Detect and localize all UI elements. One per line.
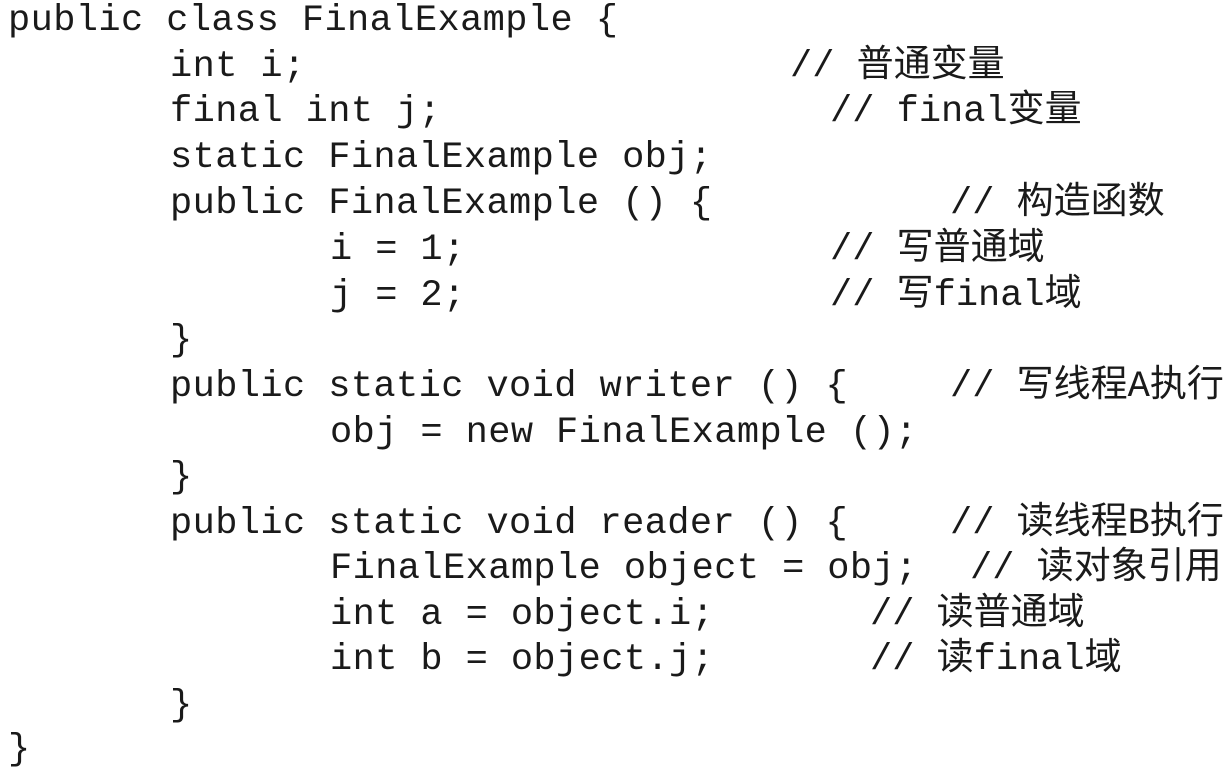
code-line: public class FinalExample {	[8, 0, 619, 42]
code-line: obj = new FinalExample ();	[330, 412, 918, 454]
code-line: FinalExample object = obj;	[330, 548, 918, 590]
code-line: i = 1;	[330, 229, 466, 271]
code-line: public static void writer () {	[170, 366, 849, 408]
code-line: }	[170, 320, 193, 362]
code-comment: // 写final域	[830, 275, 1082, 317]
code-line: }	[170, 457, 193, 499]
code-comment: // 读对象引用	[970, 548, 1222, 590]
code-line: int i;	[170, 46, 306, 88]
code-comment: // 读普通域	[870, 594, 1085, 636]
code-line: }	[170, 685, 193, 727]
code-line: }	[8, 729, 31, 771]
code-comment: // 构造函数	[950, 183, 1165, 225]
code-line: int a = object.i;	[330, 594, 715, 636]
code-line: public FinalExample () {	[170, 183, 713, 225]
code-line: static FinalExample obj;	[170, 137, 713, 179]
code-comment: // 普通变量	[790, 46, 1005, 88]
code-comment: // final变量	[830, 91, 1082, 133]
code-comment: // 读线程B执行	[950, 503, 1224, 545]
code-comment: // 写普通域	[830, 229, 1045, 271]
code-line: j = 2;	[330, 275, 466, 317]
code-line: int b = object.j;	[330, 639, 715, 681]
code-line: public static void reader () {	[170, 503, 849, 545]
code-comment: // 读final域	[870, 639, 1122, 681]
code-line: final int j;	[170, 91, 442, 133]
code-comment: // 写线程A执行	[950, 366, 1224, 408]
